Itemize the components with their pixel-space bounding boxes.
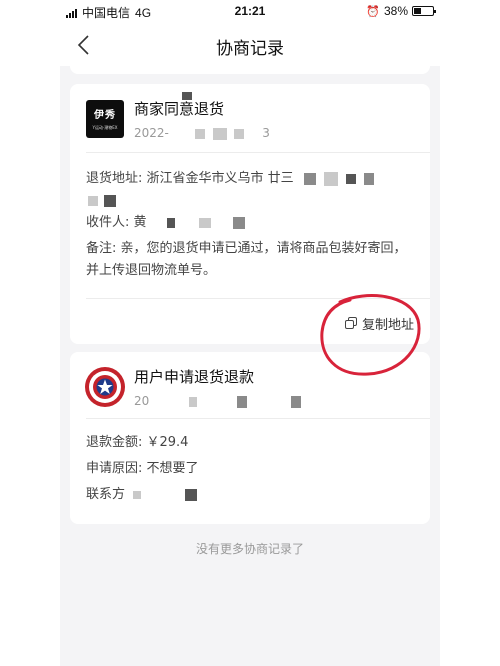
record-title: 用户申请退货退款 <box>134 368 255 386</box>
shop-avatar-brand: 伊秀 <box>94 110 116 121</box>
shop-avatar: 伊秀 Y运动·潮物EX <box>86 100 124 138</box>
record-date: 2022- 3 <box>134 126 270 140</box>
contact-text: 联系方 <box>86 487 126 502</box>
alarm-icon: ⏰ <box>366 5 380 18</box>
redaction-mask <box>182 92 192 100</box>
battery-fill <box>414 8 421 14</box>
record-list[interactable]: 伊秀 Y运动·潮物EX 商家同意退货 2022- 3 退货地址: 浙江省金华市义… <box>60 66 440 666</box>
redaction-mask <box>234 128 245 139</box>
return-address-text: 退货地址: 浙江省金华市义乌市 廿三 <box>86 171 294 186</box>
shield-avatar-icon <box>85 367 125 407</box>
redaction-mask <box>323 171 338 186</box>
shop-avatar-subtitle: Y运动·潮物EX <box>92 125 118 130</box>
record-date: 20 <box>134 394 301 408</box>
page-title: 协商记录 <box>216 39 284 59</box>
record-card-user: 用户申请退货退款 20 退款金额: ￥29.4 申请原因: 不想要了 联系方 <box>70 352 430 524</box>
redaction-mask <box>303 172 316 185</box>
status-right: ⏰ 38% <box>366 4 436 18</box>
return-note: 备注: 亲，您的退货申请已通过，请将商品包装好寄回，并上传退回物流单号。 <box>86 241 407 278</box>
redaction-mask <box>194 128 205 139</box>
card-divider <box>86 298 430 299</box>
return-address: 退货地址: 浙江省金华市义乌市 廿三 <box>86 168 416 190</box>
nav-bar: 协商记录 <box>60 24 440 66</box>
redaction-mask <box>166 217 175 228</box>
copy-icon <box>344 317 358 330</box>
previous-card-edge <box>70 66 430 74</box>
status-bar: 中国电信 4G 21:21 ⏰ 38% <box>60 0 440 24</box>
redaction-mask <box>198 217 211 228</box>
record-date-prefix: 2022- <box>134 126 169 140</box>
redaction-mask <box>346 173 357 184</box>
redaction-mask <box>189 396 198 407</box>
redaction-mask <box>364 172 375 185</box>
record-title: 商家同意退货 <box>134 100 225 118</box>
refund-reason: 申请原因: 不想要了 <box>86 461 199 476</box>
redaction-mask <box>290 395 301 408</box>
copy-address-label: 复制地址 <box>361 318 414 333</box>
redaction-mask <box>88 195 98 206</box>
battery-icon <box>412 6 436 16</box>
recipient: 收件人: 黄 <box>86 212 416 234</box>
end-of-list-text: 没有更多协商记录了 <box>195 542 304 556</box>
redaction-mask <box>232 216 245 229</box>
record-date-prefix: 20 <box>134 394 150 408</box>
card-divider <box>86 152 430 153</box>
redaction-mask <box>104 194 117 207</box>
refund-amount: 退款金额: ￥29.4 <box>86 435 189 450</box>
redaction-mask <box>212 127 227 140</box>
contact: 联系方 <box>86 484 416 506</box>
recipient-text: 收件人: 黄 <box>86 215 147 230</box>
record-date-suffix: 3 <box>262 126 270 140</box>
record-card-merchant: 伊秀 Y运动·潮物EX 商家同意退货 2022- 3 退货地址: 浙江省金华市义… <box>70 84 430 344</box>
copy-address-button[interactable]: 复制地址 <box>344 314 414 333</box>
address-continuation <box>86 190 416 212</box>
battery-percent: 38% <box>383 4 408 18</box>
redaction-mask <box>133 490 142 499</box>
redaction-mask <box>236 395 247 408</box>
redaction-mask <box>185 488 198 501</box>
card-divider <box>86 418 430 419</box>
